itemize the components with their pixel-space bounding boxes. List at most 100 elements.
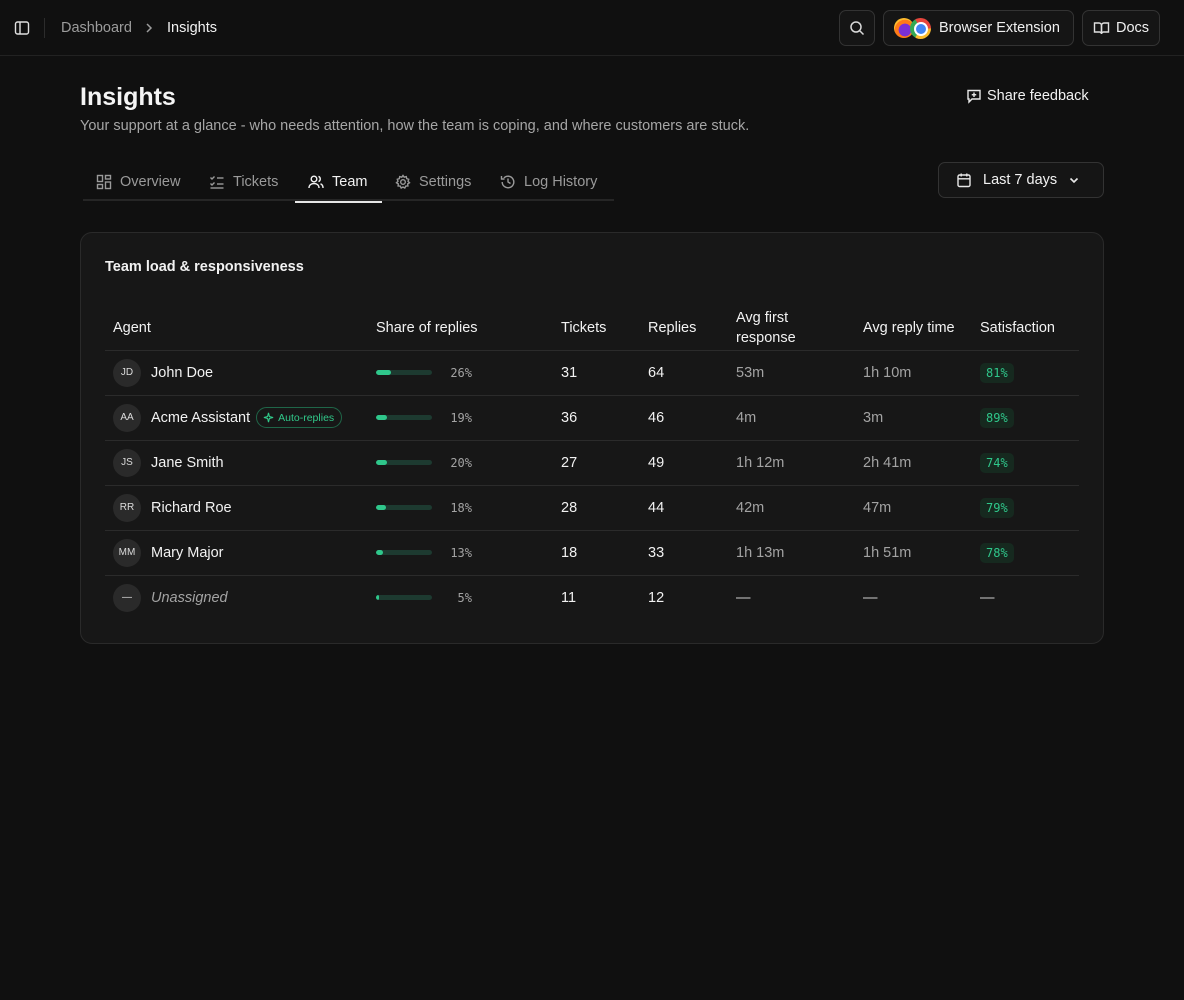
replies-value: 49 xyxy=(640,440,728,486)
tickets-value: 28 xyxy=(553,485,640,531)
share-cell: 13% xyxy=(376,546,553,560)
browser-extension-button[interactable]: Browser Extension xyxy=(883,10,1074,46)
tab-label: Log History xyxy=(524,173,598,190)
column-header-replies: Replies xyxy=(640,307,728,351)
search-button[interactable] xyxy=(839,10,875,46)
first-response-value: 42m xyxy=(728,485,855,531)
reply-time-value: 2h 41m xyxy=(855,440,972,486)
first-response-value: 1h 13m xyxy=(728,530,855,576)
agent-cell: — Unassigned xyxy=(113,583,368,612)
agent-name: Unassigned xyxy=(151,589,228,606)
history-icon xyxy=(500,175,515,188)
message-plus-icon xyxy=(967,89,981,104)
agent-cell: JD John Doe xyxy=(113,358,368,387)
agent-name: Richard Roe xyxy=(151,499,232,516)
breadcrumb-dashboard-link[interactable]: Dashboard xyxy=(61,19,132,37)
breadcrumb-current: Insights xyxy=(167,20,217,36)
share-percent: 5% xyxy=(457,590,472,605)
tab-settings[interactable]: Settings xyxy=(395,162,471,201)
agent-name: Acme Assistant xyxy=(151,409,251,426)
share-cell: 19% xyxy=(376,411,553,425)
date-range-label: Last 7 days xyxy=(983,172,1058,188)
table-row[interactable]: — Unassigned 5% 11 12 — — — xyxy=(105,575,1079,620)
reply-time-value: 47m xyxy=(855,485,972,531)
auto-replies-label: Auto-replies xyxy=(278,411,335,424)
column-header-first-response-line-2: response xyxy=(736,330,796,347)
replies-value: 44 xyxy=(640,485,728,531)
reply-time-value: — xyxy=(863,589,878,606)
column-header-first-response: Avg first response xyxy=(728,307,855,351)
share-bar-fill xyxy=(376,550,384,555)
docs-button[interactable]: Docs xyxy=(1082,10,1160,46)
replies-value: 33 xyxy=(640,530,728,576)
satisfaction-value: — xyxy=(980,589,995,606)
share-bar xyxy=(376,505,432,510)
reply-time-value: 1h 51m xyxy=(855,530,972,576)
table-header-row: Agent Share of replies Tickets Replies A… xyxy=(105,307,1079,351)
column-header-first-response-line-1: Avg first xyxy=(736,310,789,327)
first-response-value: 1h 12m xyxy=(728,440,855,486)
docs-label: Docs xyxy=(1116,20,1150,36)
calendar-icon xyxy=(957,173,971,188)
team-table: Agent Share of replies Tickets Replies A… xyxy=(105,307,1079,620)
sparkle-icon xyxy=(263,412,274,423)
tab-overview[interactable]: Overview xyxy=(96,162,180,201)
table-row[interactable]: JS Jane Smith 20% 27 49 1h 12m 2h 41m 74… xyxy=(105,440,1079,486)
tickets-value: 27 xyxy=(553,440,640,486)
first-response-value: 4m xyxy=(728,395,855,441)
tab-bar: Overview Tickets Team Settings Log Histo… xyxy=(83,162,614,203)
table-row[interactable]: RR Richard Roe 18% 28 44 42m 47m 79% xyxy=(105,485,1079,531)
tickets-value: 11 xyxy=(561,589,577,606)
chevron-down-icon xyxy=(1070,177,1079,184)
first-response-value: 53m xyxy=(728,350,855,396)
table-row[interactable]: JD John Doe 26% 31 64 53m 1h 10m 81% xyxy=(105,350,1079,396)
avatar: — xyxy=(113,583,141,612)
satisfaction-badge: 78% xyxy=(980,542,1014,563)
satisfaction-badge: 79% xyxy=(980,497,1014,518)
table-row[interactable]: MM Mary Major 13% 18 33 1h 13m 1h 51m 78… xyxy=(105,530,1079,576)
avatar: RR xyxy=(113,493,141,522)
share-bar-fill xyxy=(376,595,379,601)
replies-value: 46 xyxy=(640,395,728,441)
tab-log-history[interactable]: Log History xyxy=(500,162,597,201)
first-response-value: — xyxy=(736,589,751,606)
agent-name: Mary Major xyxy=(151,544,224,561)
agent-cell: JS Jane Smith xyxy=(113,448,368,477)
satisfaction-badge: 74% xyxy=(980,452,1014,473)
avatar: JS xyxy=(113,448,141,477)
team-load-card: Team load & responsiveness Agent Share o… xyxy=(80,232,1104,644)
date-range-select[interactable]: Last 7 days xyxy=(938,162,1104,198)
table-row[interactable]: AA Acme Assistant Auto-replies 19% 36 46… xyxy=(105,395,1079,441)
browser-logos-icon xyxy=(894,17,934,39)
share-bar xyxy=(376,460,432,465)
share-percent: 18% xyxy=(450,500,472,515)
tab-label: Overview xyxy=(120,173,181,190)
divider xyxy=(44,18,45,38)
sidebar-toggle-button[interactable] xyxy=(12,18,32,38)
sidebar-icon xyxy=(14,21,30,35)
share-feedback-button[interactable]: Share feedback xyxy=(966,86,1089,106)
tab-team[interactable]: Team xyxy=(295,162,382,203)
users-icon xyxy=(308,175,324,188)
share-bar xyxy=(376,595,432,601)
share-cell: 5% xyxy=(376,591,553,605)
share-bar xyxy=(376,370,432,375)
share-bar xyxy=(376,415,432,420)
share-percent: 26% xyxy=(450,365,472,380)
column-header-agent: Agent xyxy=(105,307,368,351)
agent-name: Jane Smith xyxy=(151,454,224,471)
share-percent: 13% xyxy=(450,545,472,560)
column-header-tickets: Tickets xyxy=(553,307,640,351)
search-icon xyxy=(850,21,865,36)
agent-name: John Doe xyxy=(151,364,214,381)
share-bar xyxy=(376,550,432,555)
tab-tickets[interactable]: Tickets xyxy=(209,162,278,201)
tab-label: Settings xyxy=(419,173,472,190)
tickets-value: 31 xyxy=(553,350,640,396)
tickets-value: 36 xyxy=(553,395,640,441)
top-bar: Dashboard Insights Browser Extension Doc… xyxy=(0,0,1184,56)
page-title: Insights xyxy=(80,83,176,111)
chevron-right-icon xyxy=(143,19,155,37)
agent-cell: MM Mary Major xyxy=(113,538,368,567)
tickets-value: 18 xyxy=(553,530,640,576)
